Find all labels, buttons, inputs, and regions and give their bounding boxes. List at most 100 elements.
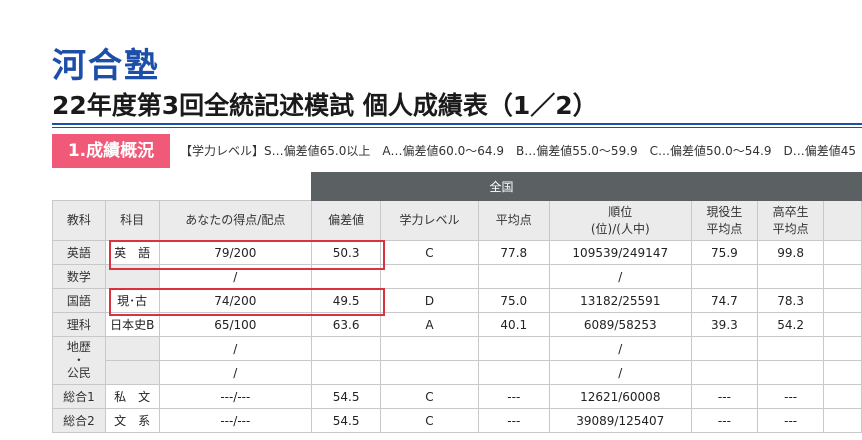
- table-row: 総合2 文 系 ---/--- 54.5 C --- 39089/125407 …: [52, 408, 862, 433]
- col-rank-line1: 順位: [608, 204, 633, 219]
- col-rank: 順位 (位)/(人中): [548, 200, 692, 241]
- cell-score: /: [158, 360, 313, 385]
- level-legend: 【学力レベル】S…偏差値65.0以上 A…偏差値60.0〜64.9 B…偏差値5…: [180, 144, 856, 158]
- cell-rank: /: [548, 360, 692, 385]
- cell-kyouka: 国語: [52, 288, 106, 313]
- cell-score: ---/---: [158, 384, 313, 409]
- cell-rank: 6089/58253: [548, 312, 692, 337]
- cell-level: A: [380, 312, 479, 337]
- cell-kamoku: 文 系: [104, 408, 160, 433]
- table-row: 総合1 私 文 ---/--- 54.5 C --- 12621/60008 -…: [52, 384, 862, 409]
- cell-extra: [823, 288, 862, 313]
- cell-kyouka: 総合1: [52, 384, 106, 409]
- col-geneki-line1: 現役生: [706, 204, 743, 219]
- cell-geneki: ---: [690, 408, 759, 433]
- col-geneki: 現役生 平均点: [690, 200, 759, 241]
- cell-geneki: 39.3: [690, 312, 759, 337]
- cell-avg: [477, 264, 550, 289]
- title-rule-thin: [52, 127, 862, 128]
- cell-extra: [823, 408, 862, 433]
- cell-hensachi: [311, 360, 382, 385]
- section-badge: 1.成績概況: [52, 134, 170, 168]
- cell-geneki: [690, 336, 759, 361]
- national-header: 全国: [311, 172, 692, 201]
- cell-extra: [823, 264, 862, 289]
- table-row: 地歴 ・ 公民 / /: [52, 336, 862, 385]
- cell-extra: [823, 384, 862, 409]
- chireki-line2: 公民: [66, 366, 91, 380]
- cell-extra: [823, 312, 862, 337]
- table-group-header-row: 全国: [52, 172, 862, 201]
- table-row: / /: [53, 360, 862, 385]
- cell-avg: 75.0: [477, 288, 550, 313]
- cell-geneki: 75.9: [690, 240, 759, 265]
- cell-rank: 12621/60008: [548, 384, 692, 409]
- cell-kyouka: 総合2: [52, 408, 106, 433]
- col-hensachi: 偏差値: [311, 200, 382, 241]
- cell-extra: [823, 336, 862, 361]
- col-rank-line2: (位)/(人中): [590, 221, 650, 236]
- cell-level: C: [380, 240, 479, 265]
- group-header-extra: [690, 172, 862, 201]
- cell-geneki: ---: [690, 384, 759, 409]
- cell-rank: 13182/25591: [548, 288, 692, 313]
- cell-kamoku: 日本史B: [104, 312, 160, 337]
- cell-avg: [477, 360, 550, 385]
- cell-avg: 77.8: [477, 240, 550, 265]
- chireki-dot: ・: [72, 353, 85, 367]
- cell-extra: [823, 360, 862, 385]
- cell-kyouka: 数学: [52, 264, 106, 289]
- cell-avg: 40.1: [477, 312, 550, 337]
- cell-score: ---/---: [158, 408, 313, 433]
- col-geneki-line2: 平均点: [706, 221, 743, 236]
- col-score: あなたの得点/配点: [158, 200, 313, 241]
- cell-kousotsu: 54.2: [757, 312, 825, 337]
- cell-kousotsu: [757, 336, 825, 361]
- highlight-japanese: [109, 288, 385, 316]
- table-row: 理科 日本史B 65/100 63.6 A 40.1 6089/58253 39…: [52, 312, 862, 337]
- cell-kyouka: 理科: [52, 312, 106, 337]
- cell-hensachi: 54.5: [311, 384, 382, 409]
- cell-level: C: [380, 408, 479, 433]
- cell-kousotsu: ---: [757, 384, 825, 409]
- cell-kamoku: [104, 360, 160, 385]
- col-extra: [823, 200, 862, 241]
- cell-kousotsu: 78.3: [757, 288, 825, 313]
- chireki-line1: 地歴: [66, 340, 91, 354]
- col-kamoku: 科目: [104, 200, 160, 241]
- cell-geneki: 74.7: [690, 288, 759, 313]
- table-column-header-row: 教科 科目 あなたの得点/配点 偏差値 学力レベル 平均点 順位 (位)/(人中)…: [52, 200, 862, 241]
- cell-hensachi: 54.5: [311, 408, 382, 433]
- cell-avg: [477, 336, 550, 361]
- cell-extra: [823, 240, 862, 265]
- cell-avg: ---: [477, 384, 550, 409]
- highlight-english: [109, 240, 385, 270]
- cell-level: [380, 264, 479, 289]
- cell-level: D: [380, 288, 479, 313]
- cell-hensachi: 63.6: [311, 312, 382, 337]
- col-kyouka: 教科: [52, 200, 106, 241]
- cell-geneki: [690, 360, 759, 385]
- cell-hensachi: [311, 336, 382, 361]
- cell-kousotsu: ---: [757, 408, 825, 433]
- page-title: 22年度第3回全統記述模試 個人成績表（1／2）: [52, 91, 598, 120]
- cell-kamoku: [104, 336, 160, 361]
- cell-kyouka: 英語: [52, 240, 106, 265]
- cell-level: [380, 360, 479, 385]
- col-kousotsu: 高卒生 平均点: [757, 200, 825, 241]
- col-kousotsu-line2: 平均点: [772, 221, 809, 236]
- col-kousotsu-line1: 高卒生: [772, 204, 809, 219]
- cell-rank: /: [548, 264, 692, 289]
- cell-rank: /: [548, 336, 692, 361]
- cell-level: C: [380, 384, 479, 409]
- cell-kousotsu: [757, 360, 825, 385]
- cell-kousotsu: 99.8: [757, 240, 825, 265]
- kawaijuku-logo: 河合塾: [52, 46, 160, 86]
- col-level: 学力レベル: [380, 200, 479, 241]
- cell-kousotsu: [757, 264, 825, 289]
- cell-kyouka-chireki: 地歴 ・ 公民: [52, 336, 106, 385]
- cell-rank: 109539/249147: [548, 240, 692, 265]
- cell-geneki: [690, 264, 759, 289]
- cell-score: /: [158, 336, 313, 361]
- cell-score: 65/100: [158, 312, 313, 337]
